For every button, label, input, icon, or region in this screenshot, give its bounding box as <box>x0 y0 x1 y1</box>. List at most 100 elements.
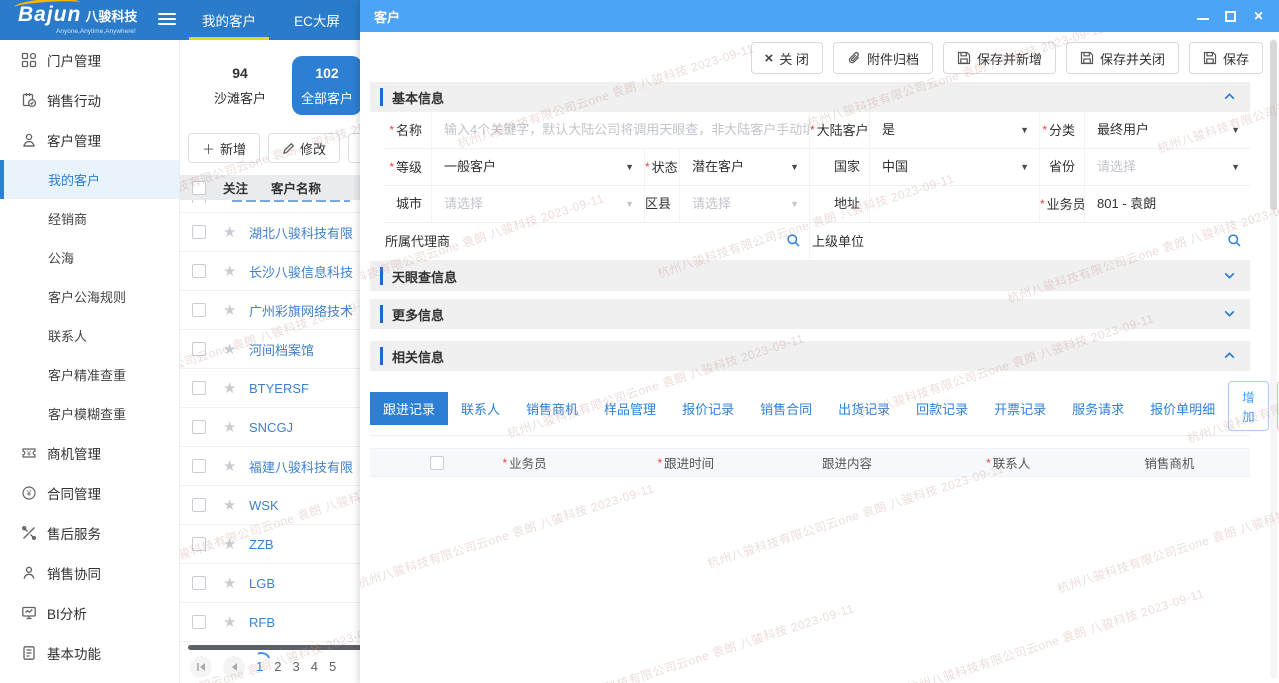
attachment-archive-button[interactable]: 附件归档 <box>833 42 933 74</box>
select-all-checkbox[interactable] <box>430 456 444 470</box>
district-select[interactable]: 请选择▼ <box>680 186 810 223</box>
star-icon[interactable]: ★ <box>223 262 249 280</box>
stat-beach-customers[interactable]: 94 沙滩客户 <box>214 65 266 107</box>
star-icon[interactable]: ★ <box>223 340 249 358</box>
star-icon[interactable]: ★ <box>223 613 249 631</box>
customer-name-link[interactable]: 河间档案馆 <box>249 340 314 359</box>
sidebar-item-portal[interactable]: 门户管理 <box>0 40 179 80</box>
row-checkbox[interactable] <box>192 459 206 473</box>
sidebar-subitem-contacts[interactable]: 联系人 <box>0 316 179 355</box>
customer-name-link[interactable]: 广州彩旗网络技术 <box>249 301 353 320</box>
chevron-up-icon[interactable] <box>1223 349 1236 362</box>
chevron-up-icon[interactable] <box>1223 90 1236 103</box>
prev-page-button[interactable] <box>223 656 245 678</box>
mainland-select[interactable]: 是▼ <box>870 112 1040 149</box>
tab-quote-details[interactable]: 报价单明细 <box>1137 392 1228 425</box>
name-input[interactable]: 输入4个关键字，默认大陆公司将调用天眼查，非大陆客户手动填写 <box>432 112 810 149</box>
star-icon[interactable]: ★ <box>223 457 249 475</box>
search-icon[interactable] <box>1227 233 1242 248</box>
sidebar-item-opportunity[interactable]: ¥ 商机管理 <box>0 433 179 473</box>
row-checkbox[interactable] <box>192 537 206 551</box>
sidebar-item-contract[interactable]: ¥ 合同管理 <box>0 473 179 513</box>
star-icon[interactable]: ★ <box>223 301 249 319</box>
tab-my-customers[interactable]: 我的客户 <box>185 0 273 40</box>
scrollbar-thumb[interactable] <box>1270 40 1277 210</box>
customer-name-link[interactable]: 湖北八骏科技有限 <box>249 223 353 242</box>
sidebar-item-basic[interactable]: 基本功能 <box>0 633 179 673</box>
customer-name-link[interactable]: 福建八骏科技有限 <box>249 457 353 476</box>
city-select[interactable]: 请选择▼ <box>432 186 645 223</box>
stat-all-customers[interactable]: 102 全部客户 <box>292 56 362 115</box>
save-button[interactable]: 保存 <box>1189 42 1263 74</box>
star-icon[interactable]: ★ <box>223 223 249 241</box>
row-checkbox[interactable] <box>192 615 206 629</box>
section-more-info[interactable]: 更多信息 <box>370 299 1250 329</box>
star-icon[interactable]: ★ <box>223 574 249 592</box>
address-input[interactable] <box>870 186 1040 223</box>
sidebar-item-after-sales[interactable]: 售后服务 <box>0 513 179 553</box>
page-4[interactable]: 4 <box>311 659 318 674</box>
page-2[interactable]: 2 <box>274 659 281 674</box>
tab-opportunities[interactable]: 销售商机 <box>513 392 591 425</box>
row-checkbox[interactable] <box>192 498 206 512</box>
tab-samples[interactable]: 样品管理 <box>591 392 669 425</box>
save-and-new-button[interactable]: 保存并新增 <box>943 42 1056 74</box>
salesman-input[interactable]: 801 - 袁朗 <box>1085 186 1250 223</box>
sidebar-item-customer-mgmt[interactable]: 客户管理 <box>0 120 179 160</box>
chevron-down-icon[interactable] <box>1223 307 1236 320</box>
tab-quotes[interactable]: 报价记录 <box>669 392 747 425</box>
maximize-icon[interactable] <box>1225 11 1236 22</box>
star-icon[interactable]: ★ <box>223 418 249 436</box>
customer-name-link[interactable]: RFB <box>249 615 275 630</box>
star-icon[interactable]: ★ <box>223 496 249 514</box>
close-icon[interactable]: × <box>1252 10 1265 23</box>
save-and-close-button[interactable]: 保存并关闭 <box>1066 42 1179 74</box>
row-checkbox[interactable] <box>192 576 206 590</box>
customer-name-link[interactable]: ZZB <box>249 537 274 552</box>
tab-invoices[interactable]: 开票记录 <box>981 392 1059 425</box>
chevron-down-icon[interactable] <box>1223 269 1236 282</box>
row-checkbox[interactable] <box>192 264 206 278</box>
parent-unit-search-input[interactable] <box>873 223 1250 260</box>
first-page-button[interactable] <box>190 656 212 678</box>
agent-search-input[interactable] <box>455 223 810 260</box>
tab-shipments[interactable]: 出货记录 <box>825 392 903 425</box>
row-checkbox[interactable] <box>192 381 206 395</box>
page-5[interactable]: 5 <box>329 659 336 674</box>
page-3[interactable]: 3 <box>292 659 299 674</box>
sidebar-subitem-public-sea[interactable]: 公海 <box>0 238 179 277</box>
add-record-button[interactable]: 增加 <box>1228 381 1269 431</box>
customer-name-link[interactable]: WSK <box>249 498 279 513</box>
minimize-icon[interactable] <box>1197 12 1209 20</box>
add-button[interactable]: ＋ 新增 <box>188 133 260 163</box>
row-checkbox[interactable] <box>192 225 206 239</box>
vertical-scrollbar[interactable] <box>1270 38 1277 679</box>
row-checkbox[interactable] <box>192 303 206 317</box>
status-select[interactable]: 潜在客户▼ <box>680 149 810 186</box>
sidebar-item-sales-action[interactable]: 销售行动 <box>0 80 179 120</box>
province-select[interactable]: 请选择▼ <box>1085 149 1250 186</box>
sidebar-subitem-sea-rules[interactable]: 客户公海规则 <box>0 277 179 316</box>
section-related-info[interactable]: 相关信息 <box>370 341 1250 371</box>
tab-payments[interactable]: 回款记录 <box>903 392 981 425</box>
sidebar-subitem-exact-dedup[interactable]: 客户精准查重 <box>0 355 179 394</box>
category-select[interactable]: 最终用户▼ <box>1085 112 1250 149</box>
section-basic-info[interactable]: 基本信息 <box>370 82 1250 112</box>
menu-toggle-icon[interactable] <box>158 13 176 28</box>
sidebar-item-bi[interactable]: BI分析 <box>0 593 179 633</box>
tab-contracts[interactable]: 销售合同 <box>747 392 825 425</box>
star-icon[interactable]: ★ <box>223 379 249 397</box>
tab-service-requests[interactable]: 服务请求 <box>1059 392 1137 425</box>
edit-button[interactable]: 修改 <box>268 133 340 163</box>
sidebar-subitem-dealers[interactable]: 经销商 <box>0 199 179 238</box>
page-1[interactable]: 1 <box>256 659 263 674</box>
tab-ec-screen[interactable]: EC大屏 <box>273 0 361 40</box>
country-select[interactable]: 中国▼ <box>870 149 1040 186</box>
row-checkbox[interactable] <box>192 342 206 356</box>
close-button[interactable]: × 关 闭 <box>751 42 823 74</box>
level-select[interactable]: 一般客户▼ <box>432 149 645 186</box>
customer-name-link[interactable]: BTYERSF <box>249 381 309 396</box>
row-checkbox[interactable] <box>192 420 206 434</box>
customer-name-link[interactable]: LGB <box>249 576 275 591</box>
customer-name-link[interactable]: SNCGJ <box>249 420 293 435</box>
